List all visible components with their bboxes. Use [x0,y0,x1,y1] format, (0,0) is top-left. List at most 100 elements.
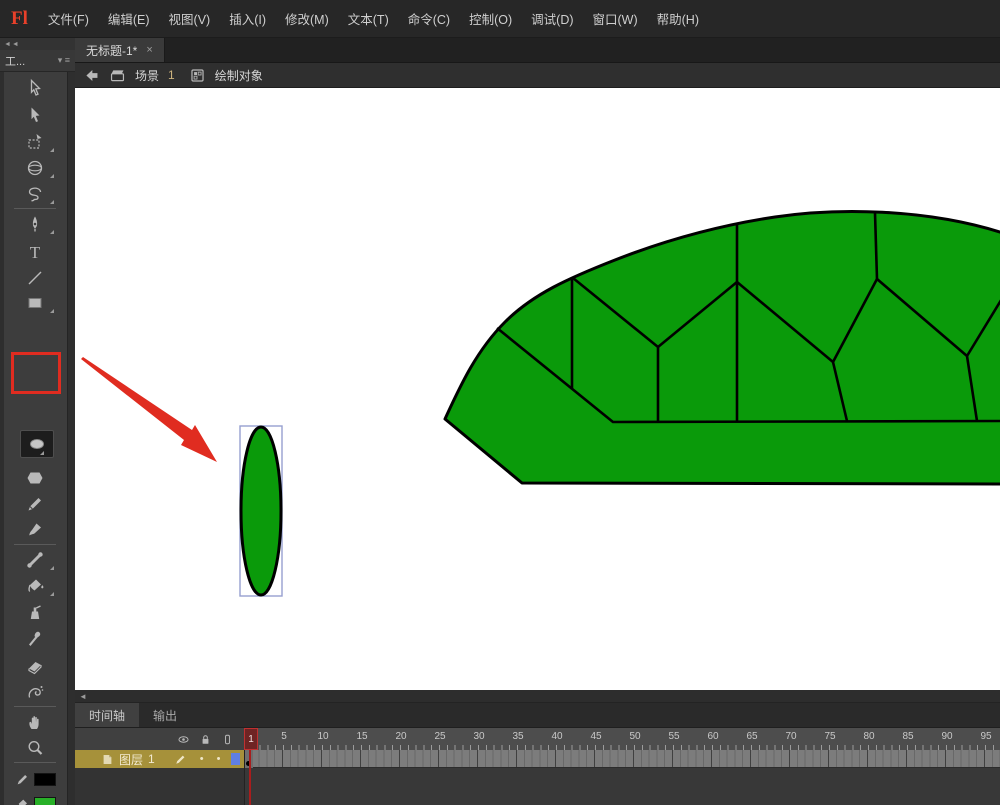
selection-arrow-icon [30,78,41,96]
lock-icon[interactable] [199,733,212,746]
polystar-tool[interactable] [7,466,63,490]
menu-item-8[interactable]: 调试(D) [529,6,575,31]
turtle-shell-shape[interactable] [443,210,1000,486]
timeline-collapse-strip[interactable]: ◄ [75,690,1000,703]
text-tool[interactable]: T [7,240,63,264]
bone-tool[interactable] [7,548,63,572]
stage-graphics [81,210,1000,597]
drawing-object-label: 绘制对象 [214,68,263,83]
fill-color-swatch[interactable] [33,796,56,805]
selection-tool[interactable] [7,76,63,100]
paint-bucket-tool[interactable] [7,574,63,598]
layer-edit-pencil-icon [175,755,185,764]
pencil-tool[interactable] [7,492,63,516]
rotation-3d-tool[interactable] [7,156,63,180]
oval-shape[interactable] [239,425,283,597]
layer-visible-dot[interactable]: • [200,753,204,765]
stroke-pencil-icon [17,774,27,784]
hexagon-icon [27,472,43,484]
menu-item-4[interactable]: 修改(M) [283,6,331,31]
flash-application-window: Fl 文件(F) 编辑(E) 视图(V) 插入(I) 修改(M) 文本(T) 命令(C) 控制… [0,0,1000,805]
document-tab[interactable]: 无标题-1* × [75,38,165,62]
stroke-color-control[interactable] [7,767,63,791]
scene-label[interactable]: 场景 [135,67,159,84]
layer-column: 图层 1 • • [75,728,244,805]
symbol-icon [191,68,204,82]
ruler-label-20: 20 [395,731,407,742]
scene-clapperboard-icon [110,69,125,81]
free-transform-icon [28,134,42,149]
frame-ruler[interactable]: 1 5 10 15 20 25 30 35 40 45 50 55 60 65 70 75 80 85 90 95 [244,728,1000,750]
menu-item-7[interactable]: 控制(O) [467,6,514,31]
ink-bottle-tool[interactable] [7,600,63,624]
tools-panel-header: 工... ▾ ≡ [0,50,75,72]
menu-item-6[interactable]: 命令(C) [406,6,452,31]
show-hide-eye-icon[interactable] [177,733,190,746]
eyedropper-tool[interactable] [7,626,63,650]
rectangle-tool[interactable] [7,291,63,315]
back-arrow-icon[interactable] [83,67,100,84]
tools-panel-tab[interactable]: 工... [5,53,25,69]
ruler-label-70: 70 [785,731,797,742]
eyedropper-icon [29,631,41,646]
oval-drawing-object[interactable] [239,425,283,597]
tab-output[interactable]: 输出 [139,703,191,727]
layer-number: 1 [148,752,155,766]
ruler-label-15: 15 [356,731,368,742]
ruler-label-40: 40 [551,731,563,742]
hand-tool[interactable] [7,710,63,734]
timeline-content: 图层 1 • • 1 5 10 15 20 25 30 35 40 45 50 … [75,728,1000,805]
menu-item-10[interactable]: 帮助(H) [655,6,701,31]
panel-menu-icon[interactable]: ▾ ≡ [58,55,70,66]
toolbar: T [4,72,68,805]
pen-tool[interactable] [7,212,63,236]
oval-tool-selected[interactable] [20,430,54,458]
menu-items: 文件(F) 编辑(E) 视图(V) 插入(I) 修改(M) 文本(T) 命令(C) 控制(O)… [46,6,701,31]
brush-tool[interactable] [7,518,63,542]
ruler-label-80: 80 [863,731,875,742]
collapse-left-icon: ◄ [79,691,87,701]
line-tool[interactable] [7,266,63,290]
subselection-tool[interactable] [7,103,63,127]
layer-frames-row[interactable] [244,750,1000,768]
playhead-line[interactable] [249,750,251,805]
line-icon [28,271,42,285]
menu-item-9[interactable]: 窗口(W) [591,6,640,31]
layer-lock-dot[interactable]: • [217,753,221,765]
ruler-label-65: 65 [746,731,758,742]
fill-color-control[interactable] [7,792,63,805]
layer-name[interactable]: 图层 [119,751,143,768]
globe-3d-icon [27,160,43,176]
stroke-color-swatch[interactable] [33,772,56,786]
layer-page-icon [103,754,112,764]
ruler-label-25: 25 [434,731,446,742]
deco-tool[interactable] [7,680,63,704]
menu-item-2[interactable]: 视图(V) [167,6,213,31]
tab-close-icon[interactable]: × [146,44,152,56]
menu-item-3[interactable]: 插入(I) [227,6,268,31]
rectangle-icon [28,298,42,308]
layer-row[interactable]: 图层 1 • • [75,750,244,768]
timeline-panel: ◄ 时间轴 输出 图层 1 • • 1 5 10 15 20 25 30 35 … [75,690,1000,805]
toolbar-divider [14,706,56,707]
menu-item-1[interactable]: 编辑(E) [106,6,152,31]
free-transform-tool[interactable] [7,130,63,154]
document-tab-bar: 无标题-1* × [75,38,1000,63]
outline-column-icon[interactable] [221,733,234,746]
current-frame-number: 1 [248,733,254,745]
menu-item-5[interactable]: 文本(T) [346,6,391,31]
collapse-panel-button[interactable]: ◄◄ [0,38,75,50]
playhead[interactable]: 1 [244,728,258,750]
magnifier-icon [28,740,43,755]
stage-canvas[interactable] [75,88,1000,690]
menu-item-0[interactable]: 文件(F) [46,6,91,31]
layer-outline-color-swatch[interactable] [231,753,241,765]
eraser-tool[interactable] [7,654,63,678]
toolbar-divider [14,208,56,209]
lasso-tool[interactable] [7,182,63,206]
toolbar-divider [14,544,56,545]
tab-timeline[interactable]: 时间轴 [75,703,140,727]
zoom-tool[interactable] [7,736,63,760]
flash-logo: Fl [11,7,28,29]
collapse-icon: ◄◄ [4,40,20,48]
